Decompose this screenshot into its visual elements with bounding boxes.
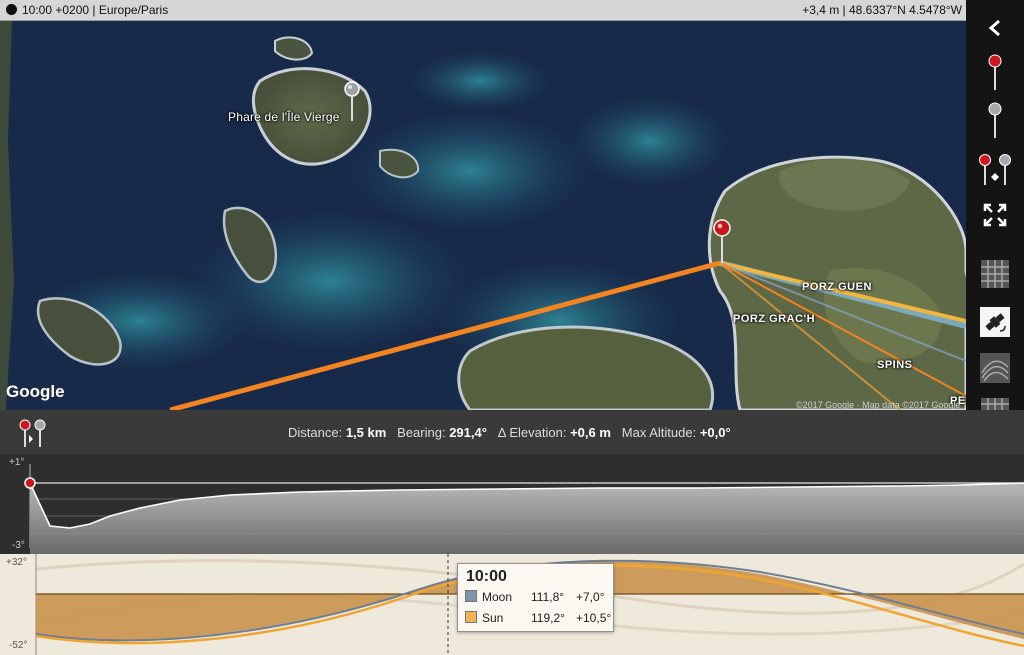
fullscreen-button[interactable] bbox=[966, 195, 1024, 235]
max-altitude-label: Max Altitude: bbox=[621, 425, 697, 440]
bearing-value: 291,4° bbox=[449, 425, 487, 440]
moon-elevation: +7,0° bbox=[576, 590, 605, 604]
satellite-button[interactable] bbox=[966, 302, 1024, 342]
map-imagery bbox=[0, 21, 966, 410]
porz-guen-label: PORZ GUEN bbox=[802, 281, 872, 293]
time-zone-label[interactable]: 10:00 +0200 | Europe/Paris bbox=[22, 3, 168, 17]
spins-label: SPINS bbox=[877, 359, 913, 371]
lighthouse-label: Phare de l'Île Vierge bbox=[228, 110, 340, 124]
elevation-profile[interactable]: +1° -3° bbox=[0, 454, 1024, 554]
primary-pin-button[interactable] bbox=[966, 52, 1024, 92]
distance-label: Distance: bbox=[288, 425, 343, 440]
swap-pins-button[interactable] bbox=[966, 149, 1024, 189]
profile-start-pin bbox=[24, 477, 36, 489]
map-copyright: ©2017 Google · Map data ©2017 Google bbox=[796, 400, 961, 410]
status-bar: 10:00 +0200 | Europe/Paris +3,4 m | 48.6… bbox=[0, 0, 966, 21]
google-logo: Google bbox=[6, 382, 65, 401]
map-grid-icon bbox=[981, 398, 1009, 410]
profile-graph bbox=[24, 464, 1024, 554]
sun-swatch-icon bbox=[465, 611, 477, 623]
record-icon bbox=[6, 4, 17, 15]
info-bar: Distance: 1,5 km Bearing: 291,4° Δ Eleva… bbox=[0, 410, 1024, 454]
moon-swatch-icon bbox=[465, 590, 477, 602]
pins-toggle-icon[interactable] bbox=[18, 419, 50, 447]
secondary-pin-icon[interactable] bbox=[343, 81, 361, 121]
terrain-button[interactable] bbox=[966, 348, 1024, 388]
distance-value: 1,5 km bbox=[345, 425, 387, 440]
sun-label: Sun bbox=[482, 611, 504, 625]
terrain-icon bbox=[980, 353, 1010, 383]
grey-pin-icon bbox=[988, 102, 1002, 138]
swap-pins-icon bbox=[979, 154, 1011, 185]
satellite-icon bbox=[980, 307, 1010, 337]
satellite-map[interactable]: Phare de l'Île Vierge PORZ GUEN PORZ GRA… bbox=[0, 21, 966, 410]
porz-grach-label: PORZ GRAC'H bbox=[733, 313, 816, 325]
sun-row: Sun 119,2° +10,5° bbox=[465, 611, 611, 625]
moon-azimuth: 111,8° bbox=[531, 590, 565, 604]
back-button[interactable] bbox=[966, 8, 1024, 48]
elevation-value: +0,6 m bbox=[570, 425, 611, 440]
tooltip-time: 10:00 bbox=[466, 568, 507, 585]
expand-icon bbox=[983, 203, 1007, 227]
map-grid-icon bbox=[981, 260, 1009, 288]
secondary-pin-button[interactable] bbox=[966, 100, 1024, 140]
elevation-label: Δ Elevation: bbox=[497, 425, 567, 440]
map-type-button[interactable] bbox=[966, 254, 1024, 294]
right-toolbar bbox=[966, 0, 1024, 410]
primary-pin-icon[interactable] bbox=[712, 219, 732, 263]
bearing-label: Bearing: bbox=[397, 425, 446, 440]
moon-row: Moon 111,8° +7,0° bbox=[465, 590, 605, 604]
sun-azimuth: 119,2° bbox=[531, 611, 565, 625]
more-map-button[interactable] bbox=[966, 392, 1024, 410]
distance-stats: Distance: 1,5 km Bearing: 291,4° Δ Eleva… bbox=[288, 425, 731, 440]
red-pin-icon bbox=[988, 54, 1002, 90]
max-altitude-value: +0,0° bbox=[699, 425, 731, 440]
sun-elevation: +10,5° bbox=[576, 611, 612, 625]
chevron-left-icon bbox=[988, 19, 1000, 37]
time-tooltip: 10:00 Moon 111,8° +7,0° Sun 119,2° +10,5… bbox=[457, 563, 614, 632]
location-readout[interactable]: +3,4 m | 48.6337°N 4.5478°W bbox=[802, 3, 962, 17]
moon-label: Moon bbox=[482, 590, 513, 604]
